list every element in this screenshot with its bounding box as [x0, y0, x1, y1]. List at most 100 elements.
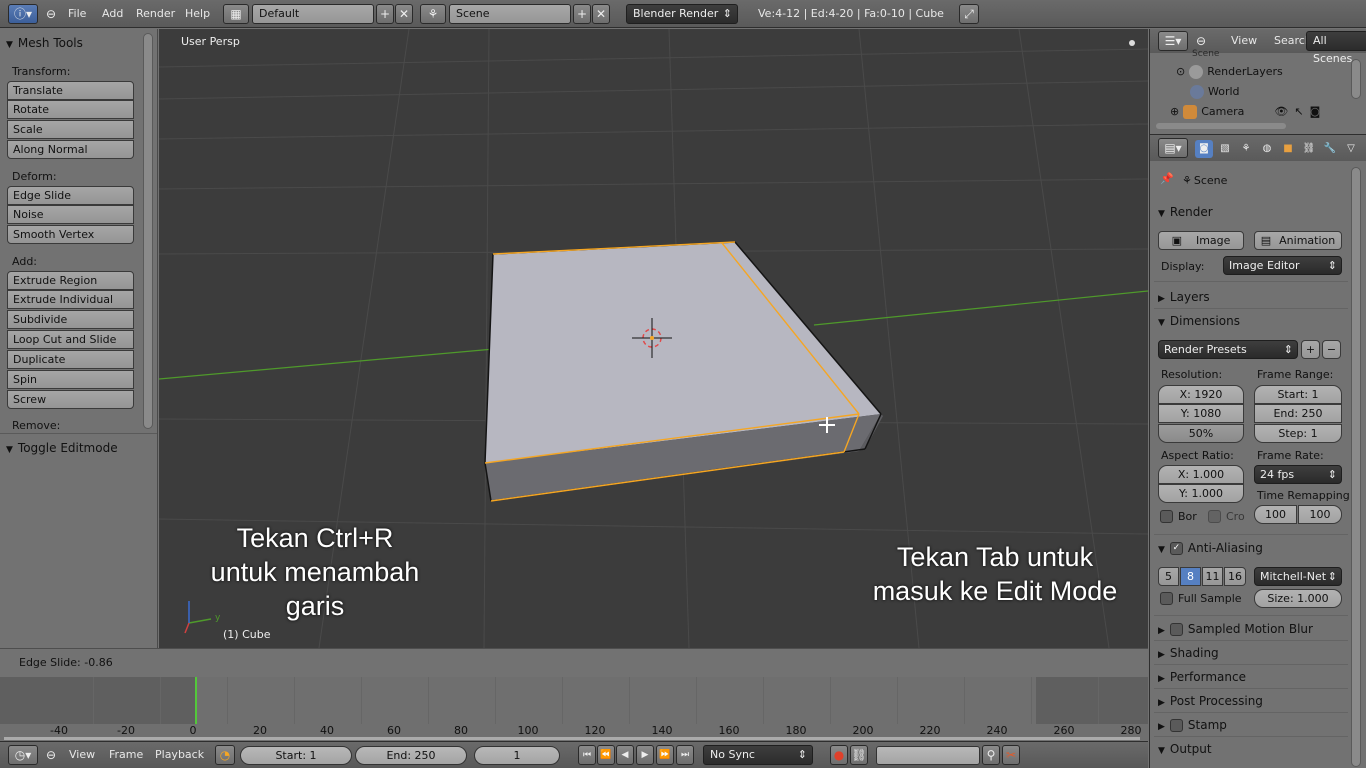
- frame-end-field[interactable]: End: 250: [1254, 404, 1342, 423]
- time-remap-old-field[interactable]: 100: [1254, 505, 1297, 524]
- data-tab-mesh-icon[interactable]: ▽: [1342, 140, 1360, 158]
- jump-end-icon[interactable]: ⏭: [676, 745, 694, 765]
- dimensions-panel-header[interactable]: ▼ Dimensions: [1158, 314, 1240, 328]
- anti-aliasing-panel-header[interactable]: ▼ ✓ Anti-Aliasing: [1158, 541, 1263, 555]
- toggle-editmode-panel-header[interactable]: ▼ Toggle Editmode: [6, 441, 118, 455]
- sync-mode-select[interactable]: No Sync ⇕: [703, 745, 813, 765]
- properties-scrollbar[interactable]: [1351, 167, 1361, 767]
- aspect-x-field[interactable]: X: 1.000: [1158, 465, 1244, 484]
- output-panel-header[interactable]: ▼ Output: [1158, 742, 1212, 756]
- anti-aliasing-checkbox[interactable]: ✓: [1169, 542, 1183, 555]
- screen-layout-icon[interactable]: ▦: [223, 4, 249, 24]
- add-layout-icon[interactable]: +: [376, 4, 394, 24]
- subdivide-button[interactable]: Subdivide: [7, 310, 134, 329]
- outliner-row-camera[interactable]: ⊕ Camera 👁 ↖ ◙: [1170, 105, 1320, 119]
- tool-shelf-scrollbar[interactable]: [143, 33, 153, 429]
- render-tab-camera-icon[interactable]: ◙: [1195, 140, 1213, 158]
- outliner-row-scene[interactable]: Scene: [1192, 49, 1219, 59]
- full-sample-checkbox[interactable]: [1160, 592, 1173, 605]
- scene-tab-icon[interactable]: ⚘: [1237, 140, 1255, 158]
- aa-samples-16[interactable]: 16: [1224, 567, 1246, 586]
- extrude-individual-button[interactable]: Extrude Individual: [7, 290, 134, 309]
- pin-icon[interactable]: 📌: [1160, 172, 1174, 185]
- render-panel-header[interactable]: ▼ Render: [1158, 205, 1213, 219]
- timeline-menu-frame[interactable]: Frame: [109, 745, 143, 765]
- motion-blur-checkbox[interactable]: [1169, 623, 1183, 636]
- constraints-tab-icon[interactable]: ⛓: [1300, 140, 1318, 158]
- collapse-menu-icon[interactable]: ⊖: [42, 5, 60, 23]
- noise-button[interactable]: Noise: [7, 205, 134, 224]
- outliner-h-scrollbar[interactable]: [1156, 123, 1286, 129]
- collapse-menu-icon[interactable]: ⊖: [1192, 32, 1210, 50]
- 3d-viewport[interactable]: User Persp y (1) Cube Tekan Ctrl+R untuk…: [159, 29, 1148, 648]
- screen-layout-field[interactable]: Default: [252, 4, 374, 24]
- object-tab-cube-icon[interactable]: ■: [1279, 140, 1297, 158]
- resolution-percent-slider[interactable]: 50%: [1158, 424, 1244, 443]
- insert-keyframe-icon[interactable]: ⚲: [982, 745, 1000, 765]
- outliner-row-renderlayers[interactable]: ⊙ RenderLayers: [1176, 65, 1283, 79]
- render-presets-select[interactable]: Render Presets ⇕: [1158, 340, 1298, 359]
- frame-start-field[interactable]: Start: 1: [1254, 385, 1342, 404]
- frame-rate-select[interactable]: 24 fps ⇕: [1254, 465, 1342, 484]
- editor-type-clock-icon[interactable]: ◷▾: [8, 745, 38, 765]
- world-tab-icon[interactable]: ◍: [1258, 140, 1276, 158]
- extrude-region-button[interactable]: Extrude Region: [7, 271, 134, 290]
- viewport-corner-icon[interactable]: [1129, 40, 1135, 46]
- render-image-button[interactable]: ▣ Image: [1158, 231, 1244, 250]
- time-remap-new-field[interactable]: 100: [1298, 505, 1342, 524]
- remove-scene-icon[interactable]: ✕: [592, 4, 610, 24]
- scene-field[interactable]: Scene: [449, 4, 571, 24]
- mesh-tools-panel-header[interactable]: ▼ Mesh Tools: [6, 36, 83, 50]
- render-layers-tab-icon[interactable]: ▧: [1216, 140, 1234, 158]
- menu-file[interactable]: File: [68, 4, 86, 24]
- duplicate-button[interactable]: Duplicate: [7, 350, 134, 369]
- jump-keyframe-forward-icon[interactable]: ⏩: [656, 745, 674, 765]
- border-checkbox[interactable]: [1160, 510, 1173, 523]
- editor-type-outliner-icon[interactable]: ☰▾: [1158, 31, 1188, 51]
- outliner-row-world[interactable]: World: [1190, 85, 1240, 99]
- edge-slide-button[interactable]: Edge Slide: [7, 186, 134, 205]
- editor-type-properties-icon[interactable]: ▤▾: [1158, 138, 1188, 158]
- aa-samples-11[interactable]: 11: [1202, 567, 1223, 586]
- timeline-editor[interactable]: -40 -20 0 20 40 60 80 100 120 140 160 180 200 220 240 2…: [0, 677, 1148, 740]
- display-select[interactable]: Image Editor ⇕: [1223, 256, 1342, 275]
- menu-add[interactable]: Add: [102, 4, 123, 24]
- aa-samples-8[interactable]: 8: [1180, 567, 1201, 586]
- smooth-vertex-button[interactable]: Smooth Vertex: [7, 225, 134, 244]
- screw-button[interactable]: Screw: [7, 390, 134, 409]
- add-preset-icon[interactable]: +: [1301, 340, 1320, 359]
- expand-plus-icon[interactable]: ⊕: [1170, 105, 1179, 118]
- start-frame-field[interactable]: Start: 1: [240, 746, 352, 765]
- shading-panel-header[interactable]: ▶ Shading: [1158, 646, 1219, 660]
- aspect-y-field[interactable]: Y: 1.000: [1158, 484, 1244, 503]
- visibility-eye-icon[interactable]: 👁: [1274, 105, 1288, 118]
- frame-step-field[interactable]: Step: 1: [1254, 424, 1342, 443]
- timeline-scrollbar[interactable]: [4, 737, 1140, 740]
- scene-icon[interactable]: ⚘: [420, 4, 446, 24]
- aa-filter-size-field[interactable]: Size: 1.000: [1254, 589, 1342, 608]
- render-engine-select[interactable]: Blender Render ⇕: [626, 4, 738, 24]
- fullscreen-icon[interactable]: ⤢: [959, 4, 979, 24]
- menu-help[interactable]: Help: [185, 4, 210, 24]
- remove-layout-icon[interactable]: ✕: [395, 4, 413, 24]
- motion-blur-panel-header[interactable]: ▶ Sampled Motion Blur: [1158, 622, 1313, 636]
- jump-start-icon[interactable]: ⏮: [578, 745, 596, 765]
- outliner-menu-view[interactable]: View: [1231, 31, 1257, 51]
- end-frame-field[interactable]: End: 250: [355, 746, 467, 765]
- delete-keyframe-icon[interactable]: ✂: [1002, 745, 1020, 765]
- render-animation-button[interactable]: ▤ Animation: [1254, 231, 1342, 250]
- scale-button[interactable]: Scale: [7, 120, 134, 139]
- remove-preset-icon[interactable]: −: [1322, 340, 1341, 359]
- playhead-line[interactable]: [195, 677, 197, 724]
- stamp-panel-header[interactable]: ▶ Stamp: [1158, 718, 1227, 732]
- resolution-y-field[interactable]: Y: 1080: [1158, 404, 1244, 423]
- play-reverse-icon[interactable]: ◀: [616, 745, 634, 765]
- performance-panel-header[interactable]: ▶ Performance: [1158, 670, 1246, 684]
- render-camera-icon[interactable]: ◙: [1310, 105, 1321, 118]
- jump-keyframe-back-icon[interactable]: ⏪: [597, 745, 615, 765]
- expand-icon[interactable]: ⊙: [1176, 65, 1185, 78]
- aa-filter-select[interactable]: Mitchell-Net ⇕: [1254, 567, 1342, 586]
- timeline-menu-playback[interactable]: Playback: [155, 745, 204, 765]
- loop-cut-and-slide-button[interactable]: Loop Cut and Slide: [7, 330, 134, 349]
- display-mode-select[interactable]: All Scenes: [1306, 31, 1366, 65]
